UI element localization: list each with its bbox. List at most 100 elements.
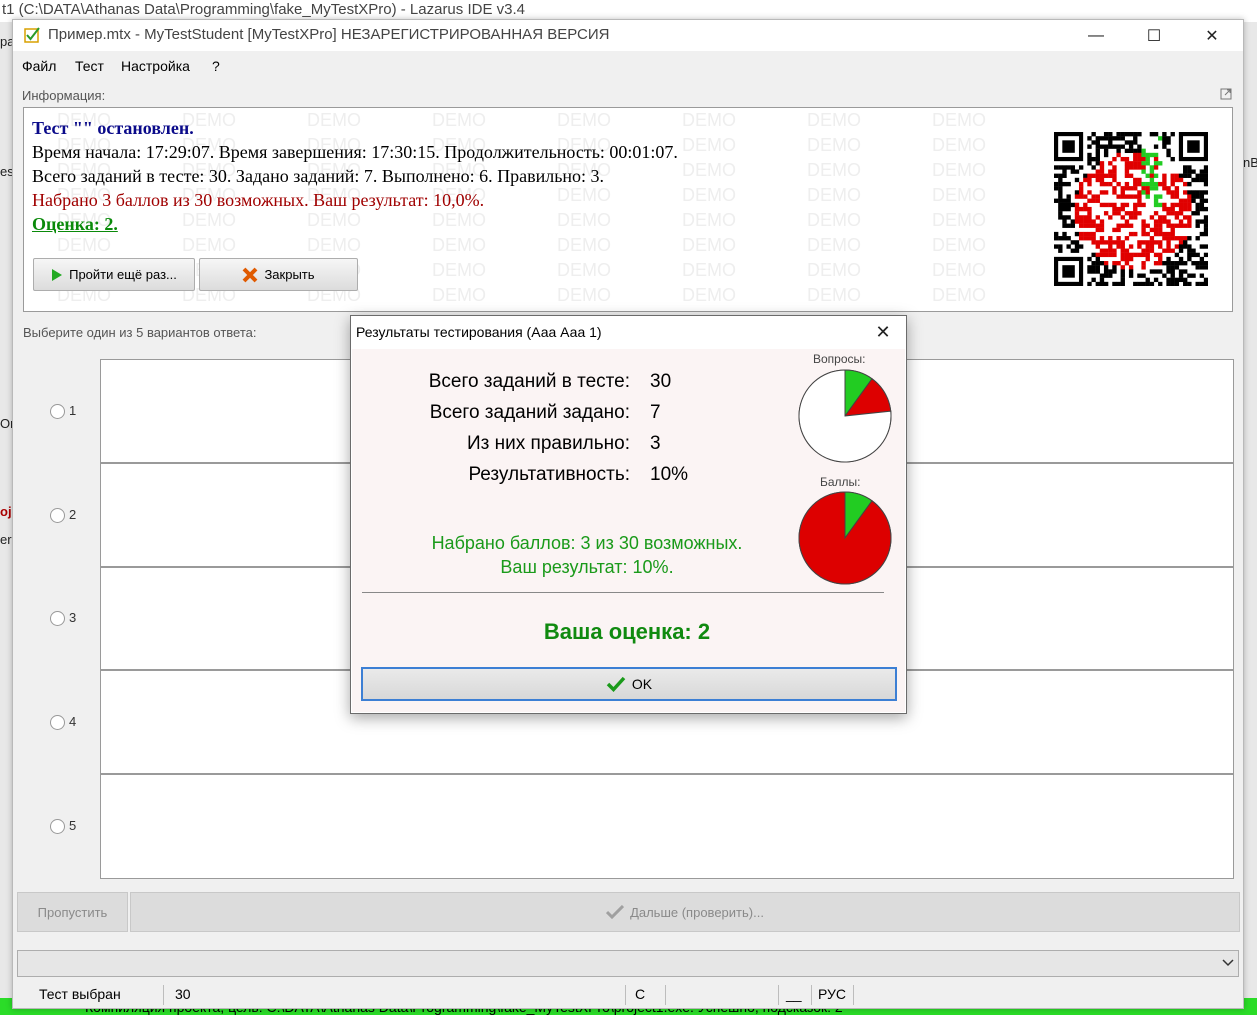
demo-watermark-text: DEMO [682, 235, 736, 255]
radio-1[interactable] [50, 404, 65, 419]
status-c: С [635, 986, 646, 1002]
stat-label-total: Всего заданий в тесте: [428, 371, 630, 392]
dialog-title: Результаты тестирования (Ааа Ааа 1) [356, 324, 602, 340]
menu-file[interactable]: Файл [22, 58, 56, 74]
close-test-button[interactable]: Закрыть [199, 258, 358, 291]
radio-2-label: 2 [69, 507, 77, 522]
retry-button[interactable]: Пройти ещё раз... [33, 258, 195, 291]
demo-watermark-text: DEMO [932, 260, 986, 280]
demo-watermark-text: DEMO [557, 185, 611, 205]
radio-3-label: 3 [69, 610, 77, 625]
radio-5[interactable] [50, 819, 65, 834]
menu-help[interactable]: ? [212, 58, 220, 74]
score-line-2: Ваш результат: 10%. [500, 557, 674, 577]
status-lang: РУС [818, 986, 847, 1002]
demo-watermark-text: DEMO [932, 285, 986, 305]
demo-watermark-text: DEMO [682, 285, 736, 305]
points-line: Набрано 3 баллов из 30 возможных. Ваш ре… [32, 190, 485, 210]
test-status-line: Тест "" остановлен. [32, 118, 194, 138]
title-bar[interactable]: Пример.mtx - MyTestStudent [MyTestXPro] … [13, 20, 1243, 51]
status-separator [811, 985, 812, 1005]
demo-watermark-text: DEMO [932, 110, 986, 130]
demo-watermark-text: DEMO [307, 210, 361, 230]
check-icon [606, 676, 626, 692]
tasks-line: Всего заданий в тесте: 30. Задано задани… [32, 166, 605, 186]
questions-pie-chart [798, 369, 892, 463]
ok-button[interactable]: OK [361, 667, 897, 701]
dialog-divider [362, 592, 884, 593]
stat-label-correct: Из них правильно: [467, 433, 630, 454]
close-button[interactable]: ✕ [1183, 20, 1241, 51]
status-state: Тест выбран [39, 986, 121, 1002]
pie-slice-lost [798, 491, 892, 585]
stat-label-efficiency: Результативность: [468, 464, 630, 485]
radio-4[interactable] [50, 715, 65, 730]
demo-watermark-text: DEMO [807, 235, 861, 255]
background-ide-right-panel [1242, 22, 1257, 1015]
demo-watermark-text: DEMO [807, 210, 861, 230]
info-panel: DEMO DEMO DEMO DEMO DEMO DEMO DEMO DEMO DEMO DEMO… [23, 107, 1233, 312]
demo-watermark-text: DEMO [557, 285, 611, 305]
demo-watermark-text: DEMO [932, 235, 986, 255]
pie-questions-label: Вопросы: [813, 352, 866, 366]
demo-watermark-text: DEMO [807, 185, 861, 205]
demo-watermark-text: DEMO [807, 260, 861, 280]
ok-button-label: OK [631, 676, 653, 692]
close-test-button-label: Закрыть [264, 267, 315, 282]
status-blank: __ [786, 986, 802, 1002]
demo-watermark-text: DEMO [557, 210, 611, 230]
demo-watermark-text: DEMO [557, 235, 611, 255]
x-icon [243, 267, 258, 282]
chevron-down-icon[interactable] [1222, 959, 1234, 967]
retry-button-label: Пройти ещё раз... [69, 267, 177, 282]
info-label: Информация: [22, 88, 106, 103]
demo-watermark-text: DEMO [807, 110, 861, 130]
menu-test[interactable]: Тест [75, 58, 104, 74]
status-separator [778, 985, 779, 1005]
menu-bar: Файл Тест Настройка ? [13, 54, 1243, 76]
demo-watermark-text: DEMO [432, 235, 486, 255]
status-separator [665, 985, 666, 1005]
demo-watermark-text: DEMO [682, 185, 736, 205]
app-check-icon [24, 27, 40, 43]
demo-watermark-text: DEMO [682, 210, 736, 230]
status-separator [853, 985, 854, 1005]
radio-1-label: 1 [69, 403, 77, 418]
background-fragment: nB [1243, 155, 1257, 170]
skip-button[interactable]: Пропустить [17, 892, 128, 932]
menu-settings[interactable]: Настройка [121, 58, 190, 74]
demo-watermark-text: DEMO [932, 210, 986, 230]
demo-watermark-text: DEMO [432, 110, 486, 130]
demo-watermark-text: DEMO [807, 285, 861, 305]
demo-watermark-text: DEMO [557, 260, 611, 280]
background-fragment: er [0, 532, 12, 547]
play-icon [52, 268, 63, 281]
radio-3[interactable] [50, 611, 65, 626]
stat-value-correct: 3 [650, 433, 661, 454]
status-count: 30 [175, 986, 191, 1002]
grade-line: Оценка: 2. [32, 214, 118, 234]
maximize-button[interactable]: ☐ [1125, 20, 1183, 51]
score-line-1: Набрано баллов: 3 из 30 возможных. [431, 533, 743, 553]
demo-watermark-text: DEMO [432, 260, 486, 280]
answer-option-5[interactable] [101, 775, 1233, 877]
results-dialog: Результаты тестирования (Ааа Ааа 1) ✕ Вс… [350, 315, 907, 714]
minimize-button[interactable]: — [1067, 20, 1125, 51]
stat-value-total: 30 [650, 371, 672, 392]
next-check-button[interactable]: Дальше (проверить)... [130, 892, 1240, 932]
bottom-combo[interactable] [17, 950, 1239, 977]
qr-code-icon [1054, 132, 1208, 286]
expand-icon[interactable] [1220, 88, 1232, 100]
demo-watermark-text: DEMO [432, 210, 486, 230]
demo-watermark-text: DEMO [182, 235, 236, 255]
demo-watermark-text: DEMO [57, 235, 111, 255]
pie-points-label: Баллы: [820, 475, 861, 489]
radio-4-label: 4 [69, 714, 77, 729]
dialog-body: Всего заданий в тесте: 30 Всего заданий … [352, 349, 905, 712]
dialog-close-button[interactable]: ✕ [871, 322, 895, 344]
demo-watermark-text: DEMO [682, 260, 736, 280]
demo-watermark-text: DEMO [932, 135, 986, 155]
radio-2[interactable] [50, 508, 65, 523]
stat-value-asked: 7 [650, 402, 661, 423]
demo-watermark-text: DEMO [432, 285, 486, 305]
